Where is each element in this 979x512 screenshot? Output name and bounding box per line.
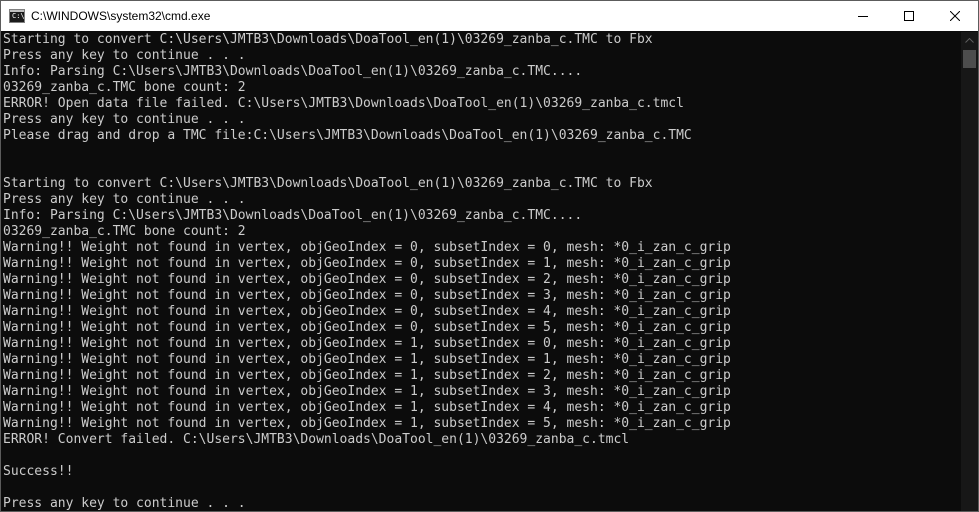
console-line: Press any key to continue . . .	[3, 192, 246, 207]
window-title: C:\WINDOWS\system32\cmd.exe	[31, 9, 211, 23]
console-line: Warning!! Weight not found in vertex, ob…	[3, 272, 731, 287]
console-line: Warning!! Weight not found in vertex, ob…	[3, 304, 731, 319]
console-line: Warning!! Weight not found in vertex, ob…	[3, 320, 731, 335]
scroll-up-arrow-icon	[965, 38, 974, 43]
console-line: 03269_zanba_c.TMC bone count: 2	[3, 80, 246, 95]
scroll-up-button[interactable]	[961, 32, 978, 49]
console-line: Press any key to continue . . .	[3, 48, 246, 63]
console-line: Warning!! Weight not found in vertex, ob…	[3, 416, 731, 431]
console-line: Starting to convert C:\Users\JMTB3\Downl…	[3, 176, 653, 191]
console-line: 03269_zanba_c.TMC bone count: 2	[3, 224, 246, 239]
cmd-icon-text: C:\	[12, 12, 25, 20]
console-line: Warning!! Weight not found in vertex, ob…	[3, 400, 731, 415]
window-controls	[840, 1, 978, 31]
console-line: Warning!! Weight not found in vertex, ob…	[3, 368, 731, 383]
minimize-button[interactable]	[840, 1, 886, 31]
vertical-scrollbar[interactable]	[961, 32, 978, 511]
console-line: Warning!! Weight not found in vertex, ob…	[3, 352, 731, 367]
console-line: ERROR! Convert failed. C:\Users\JMTB3\Do…	[3, 432, 630, 447]
console-line: Info: Parsing C:\Users\JMTB3\Downloads\D…	[3, 208, 583, 223]
console-line: Success!!	[3, 464, 74, 479]
cmd-window: C:\ C:\WINDOWS\system32\cmd.exe Starting	[0, 0, 979, 512]
cmd-icon: C:\	[9, 9, 25, 23]
console-line: ERROR! Open data file failed. C:\Users\J…	[3, 96, 684, 111]
console-line: Please drag and drop a TMC file:C:\Users…	[3, 128, 692, 143]
console-line: Warning!! Weight not found in vertex, ob…	[3, 336, 731, 351]
title-bar[interactable]: C:\ C:\WINDOWS\system32\cmd.exe	[1, 1, 978, 31]
console-line: Info: Parsing C:\Users\JMTB3\Downloads\D…	[3, 64, 583, 79]
console-output[interactable]: Starting to convert C:\Users\JMTB3\Downl…	[1, 32, 961, 511]
console-line: Warning!! Weight not found in vertex, ob…	[3, 256, 731, 271]
console-line: Warning!! Weight not found in vertex, ob…	[3, 240, 731, 255]
console-line: Press any key to continue . . .	[3, 112, 246, 127]
maximize-button[interactable]	[886, 1, 932, 31]
maximize-icon	[904, 11, 914, 21]
console-line: Press any key to continue . . .	[3, 496, 246, 511]
console-line: Warning!! Weight not found in vertex, ob…	[3, 384, 731, 399]
minimize-icon	[858, 16, 868, 17]
console-line: Starting to convert C:\Users\JMTB3\Downl…	[3, 32, 653, 47]
console-line: Warning!! Weight not found in vertex, ob…	[3, 288, 731, 303]
scroll-thumb[interactable]	[963, 50, 976, 68]
close-button[interactable]	[932, 1, 978, 31]
close-icon	[950, 11, 960, 21]
